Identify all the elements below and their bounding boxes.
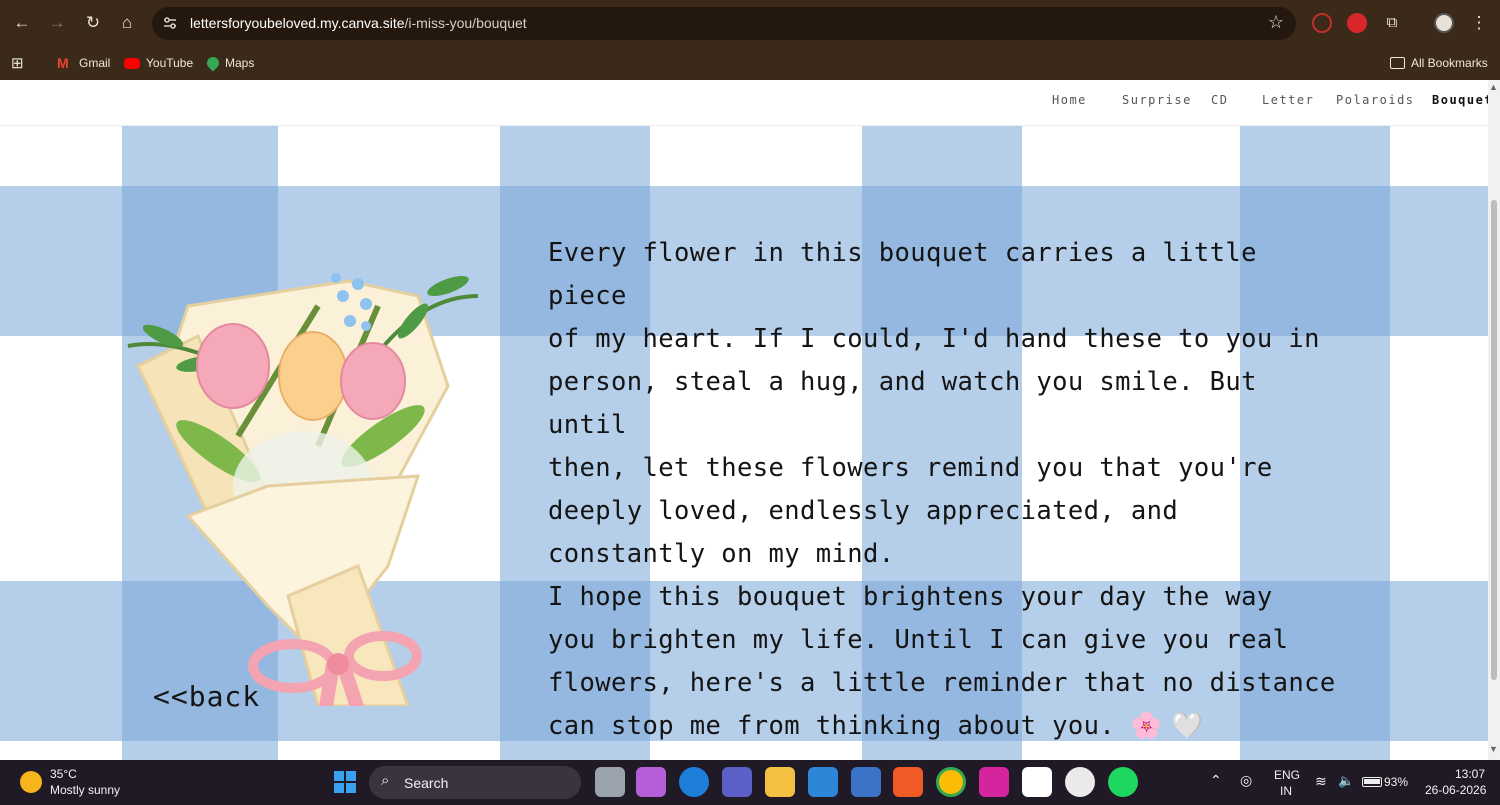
message-line: of my heart. If I could, I'd hand these … xyxy=(548,324,1320,354)
bookmark-maps-label: Maps xyxy=(225,56,255,70)
mail-icon[interactable] xyxy=(808,767,838,797)
site-nav: Home Surprise CD Letter Polaroids Bouque… xyxy=(0,80,1492,126)
copilot-icon[interactable] xyxy=(636,767,666,797)
home-icon[interactable]: ⌂ xyxy=(114,10,140,36)
bookmark-gmail-label: Gmail xyxy=(79,56,111,70)
message-line: Every flower in this bouquet carries a l… xyxy=(548,238,1257,311)
browser-toolbar: ← → ↻ ⌂ lettersforyoubeloved.my.canva.si… xyxy=(0,0,1500,46)
nav-letter[interactable]: Letter xyxy=(1262,93,1314,107)
nav-surprise[interactable]: Surprise xyxy=(1122,93,1192,107)
windows-taskbar: 35°C Mostly sunny ⌕ Search ⌃ ◎ ENG IN ≋ … xyxy=(0,760,1500,805)
maps-pin-icon xyxy=(204,54,222,72)
weather-sun-icon[interactable] xyxy=(20,771,42,793)
web-page: Home Surprise CD Letter Polaroids Bouque… xyxy=(0,80,1500,760)
chatgpt-icon[interactable] xyxy=(1065,767,1095,797)
message-line: flowers, here's a little reminder that n… xyxy=(548,668,1336,698)
apps-grid-icon[interactable]: ⊞ xyxy=(11,52,24,74)
weather-desc: Mostly sunny xyxy=(50,783,121,797)
tray-chevron-up-icon[interactable]: ⌃ xyxy=(1210,772,1222,789)
site-settings-icon[interactable] xyxy=(162,15,178,31)
search-label: Search xyxy=(404,775,449,791)
chrome-icon[interactable] xyxy=(936,767,966,797)
menu-kebab-icon[interactable]: ⋮ xyxy=(1466,10,1492,36)
search-icon: ⌕ xyxy=(381,772,390,789)
wifi-icon[interactable]: ≋ xyxy=(1315,773,1327,790)
language-top[interactable]: ENG xyxy=(1274,768,1300,782)
forward-arrow-icon[interactable]: → xyxy=(44,10,70,36)
windows-start-icon[interactable] xyxy=(330,767,360,797)
profile-avatar[interactable] xyxy=(1434,13,1454,33)
spotify-icon[interactable] xyxy=(1108,767,1138,797)
nav-cd[interactable]: CD xyxy=(1211,93,1228,107)
message-line: can stop me from thinking about you. xyxy=(548,711,1116,741)
file-explorer-icon[interactable] xyxy=(765,767,795,797)
youtube-icon xyxy=(124,57,140,69)
scrollbar-thumb[interactable] xyxy=(1491,200,1497,680)
address-bar[interactable]: lettersforyoubeloved.my.canva.site/i-mis… xyxy=(152,7,1296,40)
message-line: deeply loved, endlessly appreciated, and xyxy=(548,496,1179,526)
back-arrow-icon[interactable]: ← xyxy=(9,10,35,36)
bookmark-gmail[interactable]: M Gmail xyxy=(57,52,110,74)
browser-chrome: ← → ↻ ⌂ lettersforyoubeloved.my.canva.si… xyxy=(0,0,1500,80)
all-bookmarks[interactable]: All Bookmarks xyxy=(1390,52,1488,74)
language-bottom[interactable]: IN xyxy=(1280,784,1292,798)
bookmark-youtube[interactable]: YouTube xyxy=(124,52,193,74)
brave-browser-icon[interactable] xyxy=(893,767,923,797)
nav-home[interactable]: Home xyxy=(1052,93,1087,107)
bookmark-youtube-label: YouTube xyxy=(146,56,194,70)
message-line: you brighten my life. Until I can give y… xyxy=(548,625,1289,655)
bookmark-star-icon[interactable]: ☆ xyxy=(1268,12,1284,33)
volume-icon[interactable]: 🔈 xyxy=(1338,773,1354,789)
scroll-down-arrow-icon[interactable]: ▼ xyxy=(1489,744,1498,754)
bouquet-illustration xyxy=(127,273,479,706)
page-scrollbar[interactable]: ▲ ▼ xyxy=(1488,80,1500,760)
battery-percent: 93% xyxy=(1384,775,1409,789)
weather-temp: 35°C xyxy=(50,767,77,781)
record-extension-icon[interactable] xyxy=(1312,13,1332,33)
tray-network-app-icon[interactable]: ◎ xyxy=(1240,772,1252,789)
url-text: lettersforyoubeloved.my.canva.site/i-mis… xyxy=(190,15,527,31)
nav-bouquet[interactable]: Bouquet xyxy=(1432,93,1493,107)
message-line: person, steal a hug, and watch you smile… xyxy=(548,367,1257,440)
reload-icon[interactable]: ↻ xyxy=(80,10,106,36)
extensions-puzzle-icon[interactable]: ⧉ xyxy=(1379,10,1405,36)
bouquet-message: Every flower in this bouquet carries a l… xyxy=(548,232,1338,748)
notion-icon[interactable] xyxy=(1022,767,1052,797)
nav-polaroids[interactable]: Polaroids xyxy=(1336,93,1415,107)
instagram-icon[interactable] xyxy=(979,767,1009,797)
bookmarks-bar: ⊞ M Gmail YouTube Maps All Bookmarks xyxy=(0,46,1500,80)
folder-icon xyxy=(1390,57,1405,69)
store-icon[interactable] xyxy=(851,767,881,797)
scroll-up-arrow-icon[interactable]: ▲ xyxy=(1489,82,1498,92)
message-line: then, let these flowers remind you that … xyxy=(548,453,1273,483)
all-bookmarks-label: All Bookmarks xyxy=(1411,56,1488,70)
gmail-icon: M xyxy=(57,55,69,71)
back-link[interactable]: <<back xyxy=(153,680,260,713)
teams-icon[interactable] xyxy=(722,767,752,797)
url-path: /i-miss-you/bouquet xyxy=(404,15,527,31)
battery-icon[interactable] xyxy=(1362,777,1382,787)
message-line: constantly on my mind. xyxy=(548,539,895,569)
edge-browser-icon[interactable] xyxy=(679,767,709,797)
task-view-icon[interactable] xyxy=(595,767,625,797)
clock-time[interactable]: 13:07 xyxy=(1455,767,1485,781)
taskbar-search[interactable]: ⌕ Search xyxy=(369,766,581,799)
flower-heart-emoji: 🌸 🤍 xyxy=(1130,711,1204,741)
message-line: I hope this bouquet brightens your day t… xyxy=(548,582,1273,612)
shield-extension-icon[interactable] xyxy=(1347,13,1367,33)
clock-date[interactable]: 26-06-2026 xyxy=(1425,783,1486,797)
url-host: lettersforyoubeloved.my.canva.site xyxy=(190,15,405,31)
bookmark-maps[interactable]: Maps xyxy=(204,52,255,74)
